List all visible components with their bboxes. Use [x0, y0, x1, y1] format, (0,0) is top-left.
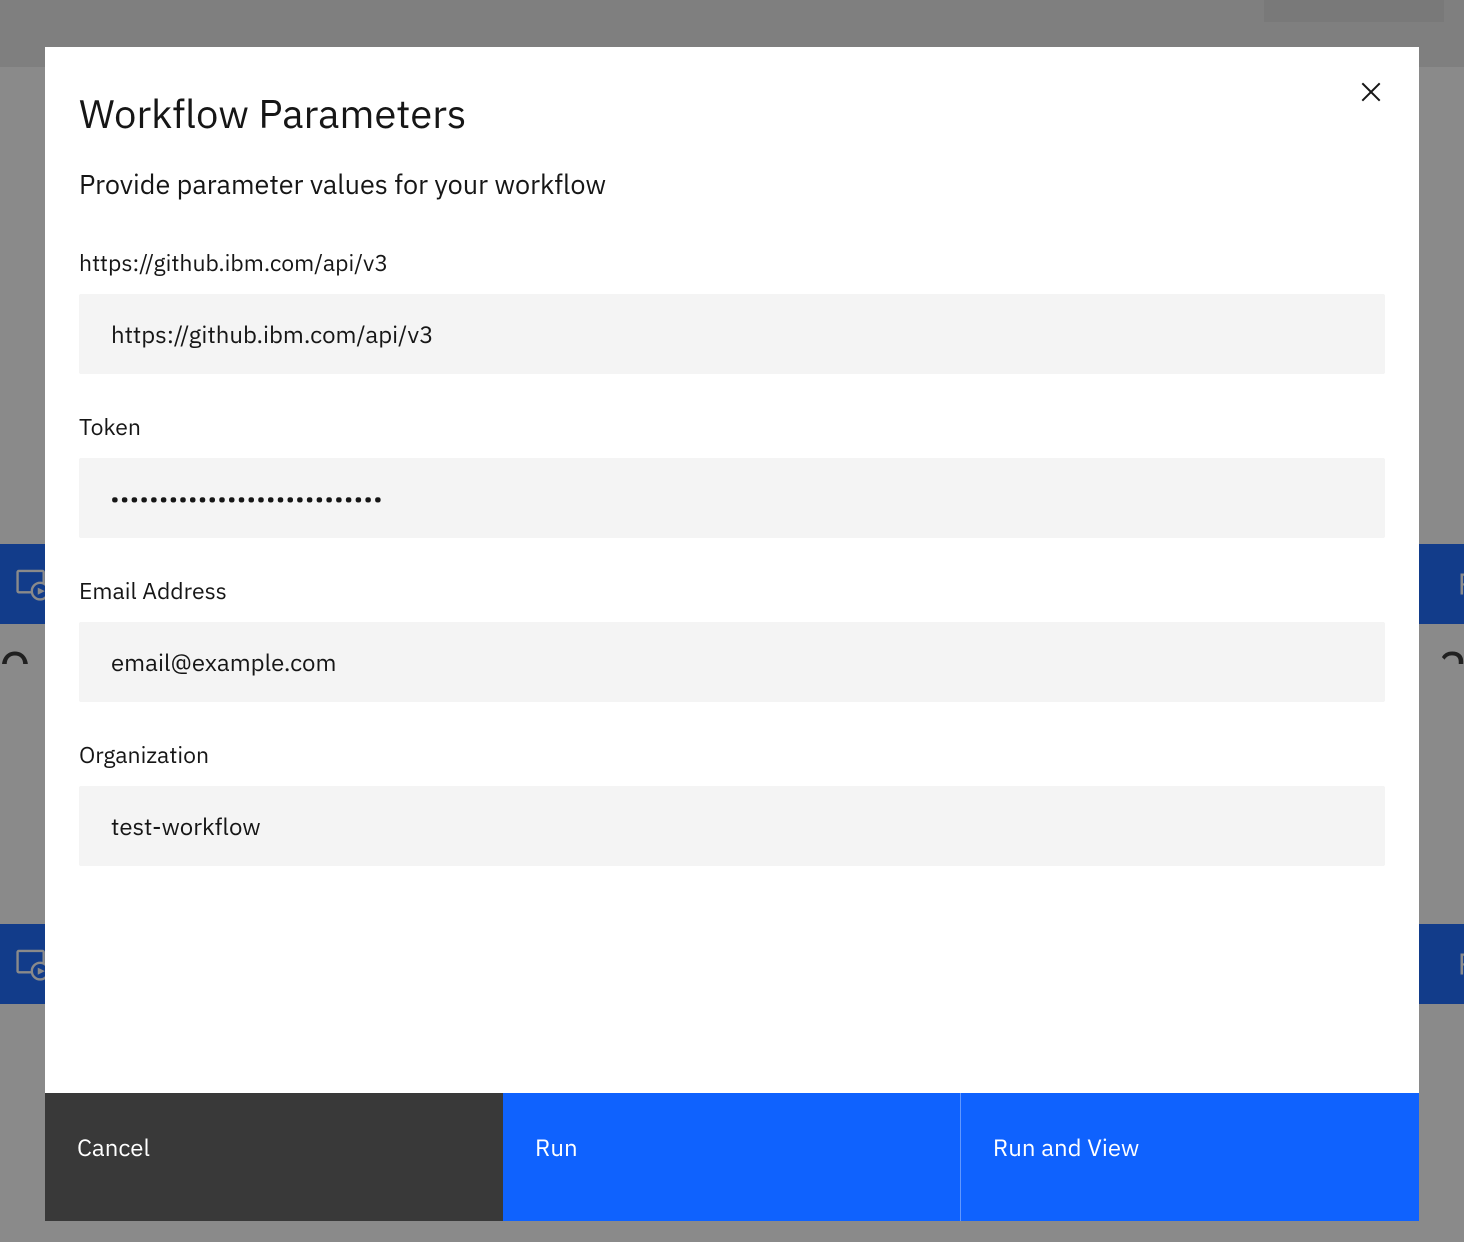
cancel-button-label: Cancel	[77, 1131, 150, 1163]
token-label: Token	[79, 412, 1385, 442]
api-url-label: https://github.ibm.com/api/v3	[79, 248, 1385, 278]
email-label: Email Address	[79, 576, 1385, 606]
form-group-organization: Organization	[79, 740, 1385, 866]
run-button[interactable]: Run	[503, 1093, 961, 1221]
cancel-button[interactable]: Cancel	[45, 1093, 503, 1221]
modal-body: https://github.ibm.com/api/v3 Token Emai…	[45, 202, 1419, 1093]
email-input[interactable]	[79, 622, 1385, 702]
organization-input[interactable]	[79, 786, 1385, 866]
form-group-api-url: https://github.ibm.com/api/v3	[79, 248, 1385, 374]
modal-header: Workflow Parameters	[45, 47, 1419, 139]
form-group-token: Token	[79, 412, 1385, 538]
api-url-input[interactable]	[79, 294, 1385, 374]
organization-label: Organization	[79, 740, 1385, 770]
run-button-label: Run	[535, 1131, 578, 1163]
close-button[interactable]	[1351, 73, 1391, 113]
modal-subtitle: Provide parameter values for your workfl…	[45, 139, 1419, 202]
form-group-email: Email Address	[79, 576, 1385, 702]
run-and-view-button-label: Run and View	[993, 1131, 1139, 1163]
workflow-parameters-modal: Workflow Parameters Provide parameter va…	[45, 47, 1419, 1221]
token-input[interactable]	[79, 458, 1385, 538]
modal-title: Workflow Parameters	[79, 87, 1385, 139]
run-and-view-button[interactable]: Run and View	[961, 1093, 1419, 1221]
close-icon	[1359, 80, 1383, 107]
modal-footer: Cancel Run Run and View	[45, 1093, 1419, 1221]
